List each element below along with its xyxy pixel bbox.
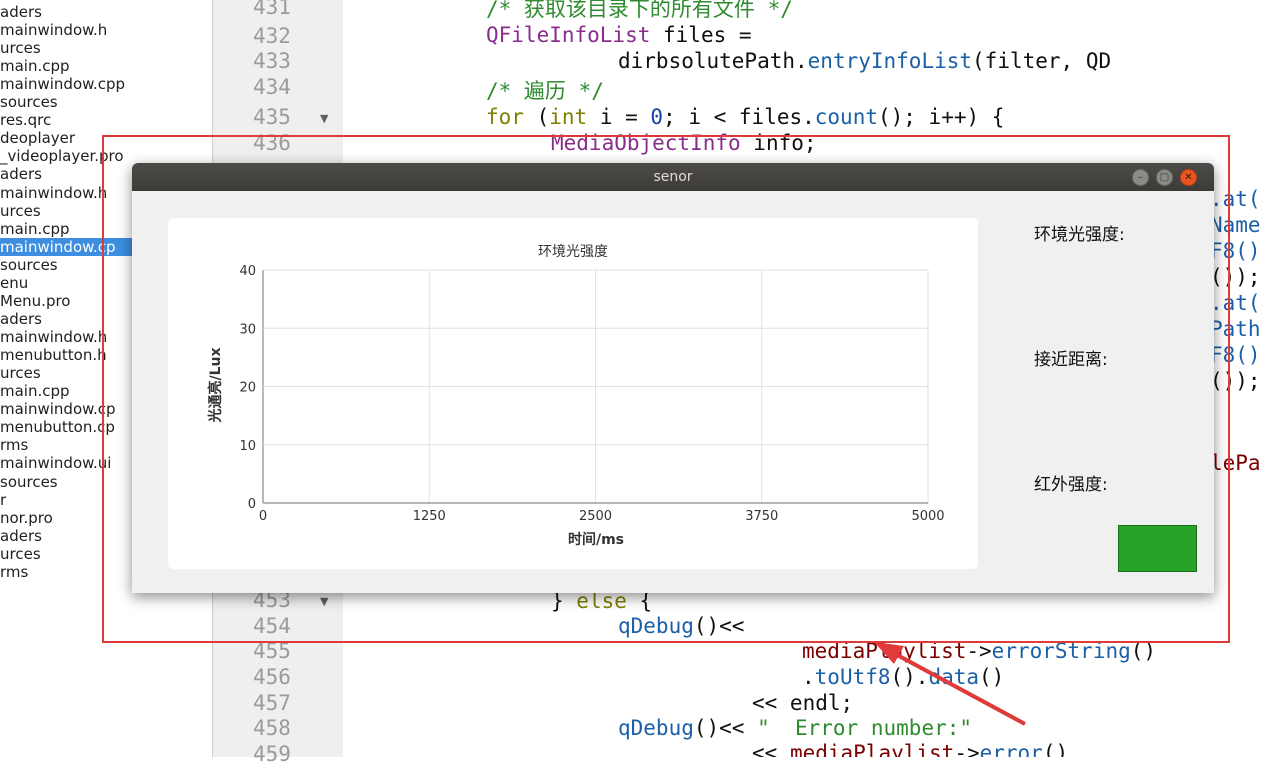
tree-item[interactable]: sources [0, 473, 58, 491]
tree-item[interactable]: r [0, 491, 6, 509]
y-tick-label: 30 [239, 322, 256, 337]
line-number: 457 [253, 691, 291, 715]
line-number: 454 [253, 614, 291, 638]
sensor-window[interactable]: senor – □ ✕ 环境光强度 时间/ms 光通亮/Lux 0 1250 250… [132, 163, 1214, 593]
line-number: 455 [253, 639, 291, 663]
tree-item[interactable]: urces [0, 545, 41, 563]
tree-item[interactable]: mainwindow.h [0, 184, 107, 202]
tree-item[interactable]: mainwindow.h [0, 328, 107, 346]
x-tick-label: 3750 [745, 509, 778, 524]
line-number: 432 [253, 24, 291, 48]
close-button[interactable]: ✕ [1180, 169, 1197, 186]
tree-item[interactable]: menubutton.h [0, 346, 107, 364]
x-tick-label: 0 [259, 509, 267, 524]
line-number: 436 [253, 131, 291, 155]
tree-item[interactable]: mainwindow.cp [0, 400, 116, 418]
code-fragment: F8() [1210, 239, 1261, 263]
code-fragment: Name [1210, 213, 1261, 237]
tree-item[interactable]: urces [0, 39, 41, 57]
tree-item[interactable]: main.cpp [0, 57, 70, 75]
code-line-431: /* 获取该目录下的所有文件 */ [486, 0, 793, 21]
line-number: 433 [253, 49, 291, 73]
tree-item[interactable]: rms [0, 436, 28, 454]
close-icon: ✕ [1184, 172, 1193, 183]
line-number: 431 [253, 0, 291, 19]
ambient-light-label: 环境光强度: [1034, 225, 1125, 245]
code-fragment: F8() [1210, 343, 1261, 367]
proximity-label: 接近距离: [1034, 350, 1108, 370]
tree-item[interactable]: enu [0, 274, 28, 292]
y-tick-label: 0 [248, 497, 256, 512]
code-fragment: ()); [1210, 265, 1261, 289]
code-fragment: .at( [1210, 187, 1261, 211]
tree-item[interactable]: aders [0, 165, 42, 183]
tree-item[interactable]: urces [0, 202, 41, 220]
code-line-433: dirbsolutePath.entryInfoList(filter, QD [618, 49, 1112, 73]
chart-title: 环境光强度 [538, 244, 608, 260]
infrared-label: 红外强度: [1034, 475, 1108, 495]
tree-item[interactable]: menubutton.cp [0, 418, 115, 436]
tree-item[interactable]: res.qrc [0, 111, 51, 129]
code-line-436: MediaObjectInfo info; [551, 131, 817, 155]
minimize-button[interactable]: – [1132, 169, 1149, 186]
y-tick-label: 20 [239, 381, 256, 396]
tree-item[interactable]: aders [0, 3, 42, 21]
code-line-435: for (int i = 0; i < files.count(); i++) … [486, 105, 1005, 129]
code-fragment: lePa [1210, 451, 1261, 475]
tree-item[interactable]: deoplayer [0, 129, 75, 147]
x-axis-label: 时间/ms [568, 531, 624, 548]
code-line-457: << endl; [752, 691, 854, 715]
tree-item[interactable]: urces [0, 364, 41, 382]
x-tick-label: 1250 [413, 509, 446, 524]
code-line-454: qDebug()<< [618, 614, 745, 638]
tree-item[interactable]: mainwindow.cp [0, 238, 137, 256]
tree-item[interactable]: aders [0, 310, 42, 328]
tree-item[interactable]: mainwindow.ui [0, 454, 111, 472]
tree-item[interactable]: mainwindow.h [0, 21, 107, 39]
y-axis-label: 光通亮/Lux [207, 347, 224, 423]
tree-item[interactable]: Menu.pro [0, 292, 71, 310]
line-number: 459 [253, 742, 291, 766]
chart-panel: 环境光强度 时间/ms 光通亮/Lux 0 1250 2500 3750 5000 0 10… [168, 218, 978, 569]
minimize-icon: – [1138, 172, 1143, 183]
code-line-459: << mediaPlaylist->error() [752, 741, 1069, 757]
code-fragment: .at( [1210, 291, 1261, 315]
window-titlebar[interactable]: senor – □ ✕ [132, 163, 1214, 191]
tree-item[interactable]: mainwindow.cpp [0, 75, 125, 93]
y-tick-label: 10 [239, 439, 256, 454]
code-fragment: ()); [1210, 369, 1261, 393]
tree-item[interactable]: aders [0, 527, 42, 545]
y-tick-label: 40 [239, 264, 256, 279]
tree-item[interactable]: main.cpp [0, 220, 70, 238]
fold-arrow-icon[interactable]: ▼ [320, 112, 328, 125]
line-number: 456 [253, 665, 291, 689]
tree-item[interactable]: rms [0, 563, 28, 581]
x-tick-label: 5000 [911, 509, 944, 524]
window-title: senor [653, 169, 693, 185]
tree-item[interactable]: sources [0, 93, 58, 111]
code-fragment: Path [1210, 317, 1261, 341]
tree-item[interactable]: _videoplayer.pro [0, 147, 124, 165]
tree-item[interactable]: nor.pro [0, 509, 53, 527]
annotation-arrow-icon [874, 642, 1026, 726]
line-number: 458 [253, 716, 291, 740]
status-button[interactable] [1118, 525, 1197, 572]
code-line-432: QFileInfoList files = [486, 23, 752, 47]
maximize-button[interactable]: □ [1156, 169, 1173, 186]
ambient-light-chart: 环境光强度 时间/ms 光通亮/Lux 0 1250 2500 3750 5000 0 10… [207, 244, 945, 548]
tree-item[interactable]: sources [0, 256, 58, 274]
fold-arrow-icon[interactable]: ▼ [320, 595, 328, 608]
line-number: 435 [253, 105, 291, 129]
code-line-434: /* 遍历 */ [486, 79, 604, 103]
tree-item[interactable]: main.cpp [0, 382, 70, 400]
maximize-icon: □ [1159, 172, 1170, 183]
x-tick-label: 2500 [579, 509, 612, 524]
line-number: 434 [253, 75, 291, 99]
